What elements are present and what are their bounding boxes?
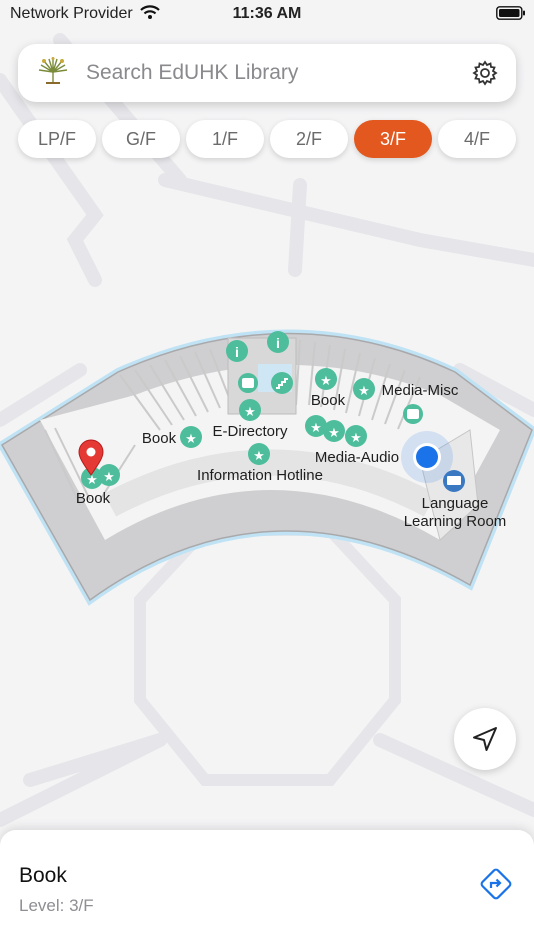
status-bar: Network Provider 11:36 AM: [0, 0, 534, 28]
svg-text:★: ★: [350, 430, 362, 445]
star-poi-icon[interactable]: ★: [180, 426, 202, 448]
selected-location-title: Book: [19, 864, 67, 887]
label-e-directory: E-Directory: [212, 423, 288, 440]
battery-icon: [496, 6, 525, 20]
my-location-button[interactable]: [454, 708, 516, 770]
floor-tab-2f[interactable]: 2/F: [270, 120, 348, 158]
floor-tab-4f[interactable]: 4/F: [438, 120, 516, 158]
label-language-learning-1: Language: [422, 495, 489, 512]
star-poi-icon[interactable]: ★: [353, 378, 375, 400]
label-language-learning-2: Learning Room: [404, 513, 507, 530]
floor-tab-3f[interactable]: 3/F: [354, 120, 432, 158]
svg-text:★: ★: [103, 469, 115, 484]
media-poi-icon[interactable]: [403, 404, 423, 424]
floor-selector: LP/F G/F 1/F 2/F 3/F 4/F: [18, 120, 516, 158]
svg-text:★: ★: [358, 383, 370, 398]
search-bar[interactable]: Search EdUHK Library: [18, 44, 516, 102]
label-book-left: Book: [76, 490, 111, 507]
svg-text:★: ★: [320, 373, 332, 388]
label-book-upper: Book: [311, 392, 346, 409]
eduhk-tree-logo-icon: [38, 57, 68, 84]
svg-text:★: ★: [328, 425, 340, 440]
information-poi-icon[interactable]: i: [226, 340, 248, 362]
svg-text:★: ★: [310, 420, 322, 435]
location-detail-sheet: Book Level: 3/F: [0, 830, 534, 950]
floor-tab-lpf[interactable]: LP/F: [18, 120, 96, 158]
stairs-poi-icon[interactable]: [271, 372, 293, 394]
star-poi-icon[interactable]: ★: [323, 420, 345, 442]
svg-text:i: i: [235, 344, 239, 360]
svg-text:★: ★: [244, 404, 256, 419]
clock: 11:36 AM: [232, 5, 302, 22]
svg-text:i: i: [276, 335, 280, 351]
svg-text:★: ★: [185, 431, 197, 446]
star-poi-icon[interactable]: ★: [239, 399, 261, 421]
star-poi-icon[interactable]: ★: [98, 464, 120, 486]
floor-tab-gf[interactable]: G/F: [102, 120, 180, 158]
user-location-dot: [401, 431, 453, 483]
label-media-audio: Media-Audio: [315, 449, 399, 466]
search-input[interactable]: Search EdUHK Library: [86, 61, 298, 85]
svg-text:★: ★: [253, 448, 265, 463]
label-media-misc: Media-Misc: [382, 382, 459, 399]
directions-icon[interactable]: [478, 866, 514, 902]
star-poi-icon[interactable]: ★: [315, 368, 337, 390]
media-poi-icon[interactable]: [238, 373, 258, 393]
information-poi-icon[interactable]: i: [267, 331, 289, 353]
selected-location-level: Level: 3/F: [19, 896, 94, 915]
star-poi-icon[interactable]: ★: [248, 443, 270, 465]
floor-tab-1f[interactable]: 1/F: [186, 120, 264, 158]
navigation-arrow-icon: [473, 727, 497, 751]
gear-icon[interactable]: [472, 60, 498, 86]
label-information-hotline: Information Hotline: [197, 467, 323, 484]
label-book-mid: Book: [142, 430, 177, 447]
star-poi-icon[interactable]: ★: [345, 425, 367, 447]
